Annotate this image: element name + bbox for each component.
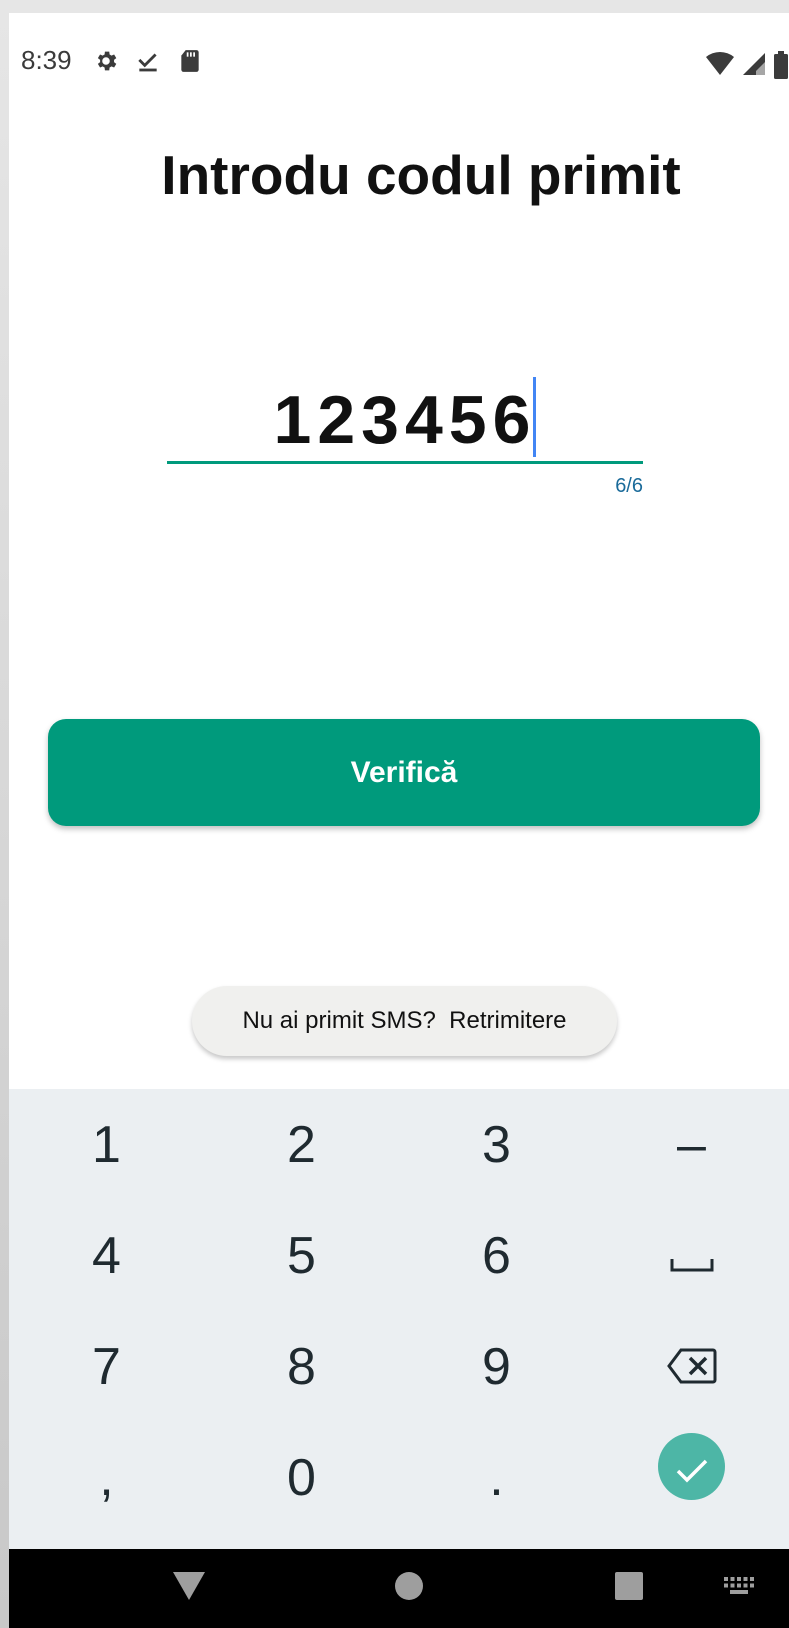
- nav-home-button[interactable]: [369, 1549, 449, 1628]
- nav-back-button[interactable]: [149, 1549, 229, 1628]
- key-6[interactable]: 6: [399, 1200, 594, 1311]
- status-right-icons: [705, 51, 789, 79]
- key-5[interactable]: 5: [204, 1200, 399, 1311]
- space-icon: [670, 1226, 714, 1286]
- status-left-icons: [93, 48, 203, 74]
- numeric-keyboard: 1 2 3 – 4 5 6 7 8 9 , 0 .: [9, 1089, 789, 1549]
- wifi-icon: [705, 51, 735, 77]
- keyboard-switch-icon: [724, 1577, 754, 1600]
- nav-keyboard-switch-button[interactable]: [699, 1549, 779, 1628]
- status-time: 8:39: [21, 45, 72, 75]
- verify-button[interactable]: Verifică: [48, 719, 760, 826]
- battery-icon: [773, 51, 789, 79]
- system-nav-bar: [9, 1549, 789, 1628]
- key-7[interactable]: 7: [9, 1311, 204, 1422]
- resend-sms-button[interactable]: Nu ai primit SMS? Retrimitere: [192, 986, 617, 1056]
- home-icon: [394, 1571, 424, 1606]
- text-cursor: [533, 377, 536, 457]
- signal-icon: [741, 51, 767, 77]
- key-1[interactable]: 1: [9, 1089, 204, 1200]
- code-input-underline: [167, 461, 643, 464]
- key-8[interactable]: 8: [204, 1311, 399, 1422]
- character-counter: 6/6: [615, 475, 643, 497]
- code-input-value: 123456: [273, 382, 537, 458]
- check-icon: [675, 1437, 709, 1497]
- status-bar: 8:39: [9, 13, 789, 113]
- recents-icon: [615, 1572, 643, 1605]
- download-done-icon: [135, 48, 161, 74]
- key-space[interactable]: [594, 1200, 789, 1311]
- enter-button-circle: [658, 1433, 725, 1500]
- key-backspace[interactable]: [594, 1311, 789, 1422]
- key-4[interactable]: 4: [9, 1200, 204, 1311]
- gear-icon: [93, 48, 119, 74]
- key-0[interactable]: 0: [204, 1422, 399, 1533]
- key-dash[interactable]: –: [594, 1089, 789, 1200]
- code-input[interactable]: 123456 6/6: [167, 353, 643, 497]
- key-2[interactable]: 2: [204, 1089, 399, 1200]
- back-icon: [173, 1572, 205, 1605]
- key-period[interactable]: .: [399, 1422, 594, 1533]
- phone-screen: 8:39 Introdu codul primit 123456 6/6 Ver…: [9, 13, 789, 1628]
- sd-card-icon: [177, 48, 203, 74]
- page-title: Introdu codul primit: [161, 144, 681, 206]
- nav-recents-button[interactable]: [589, 1549, 669, 1628]
- key-9[interactable]: 9: [399, 1311, 594, 1422]
- key-comma[interactable]: ,: [9, 1422, 204, 1533]
- key-enter[interactable]: [594, 1411, 789, 1522]
- backspace-icon: [666, 1337, 717, 1397]
- key-3[interactable]: 3: [399, 1089, 594, 1200]
